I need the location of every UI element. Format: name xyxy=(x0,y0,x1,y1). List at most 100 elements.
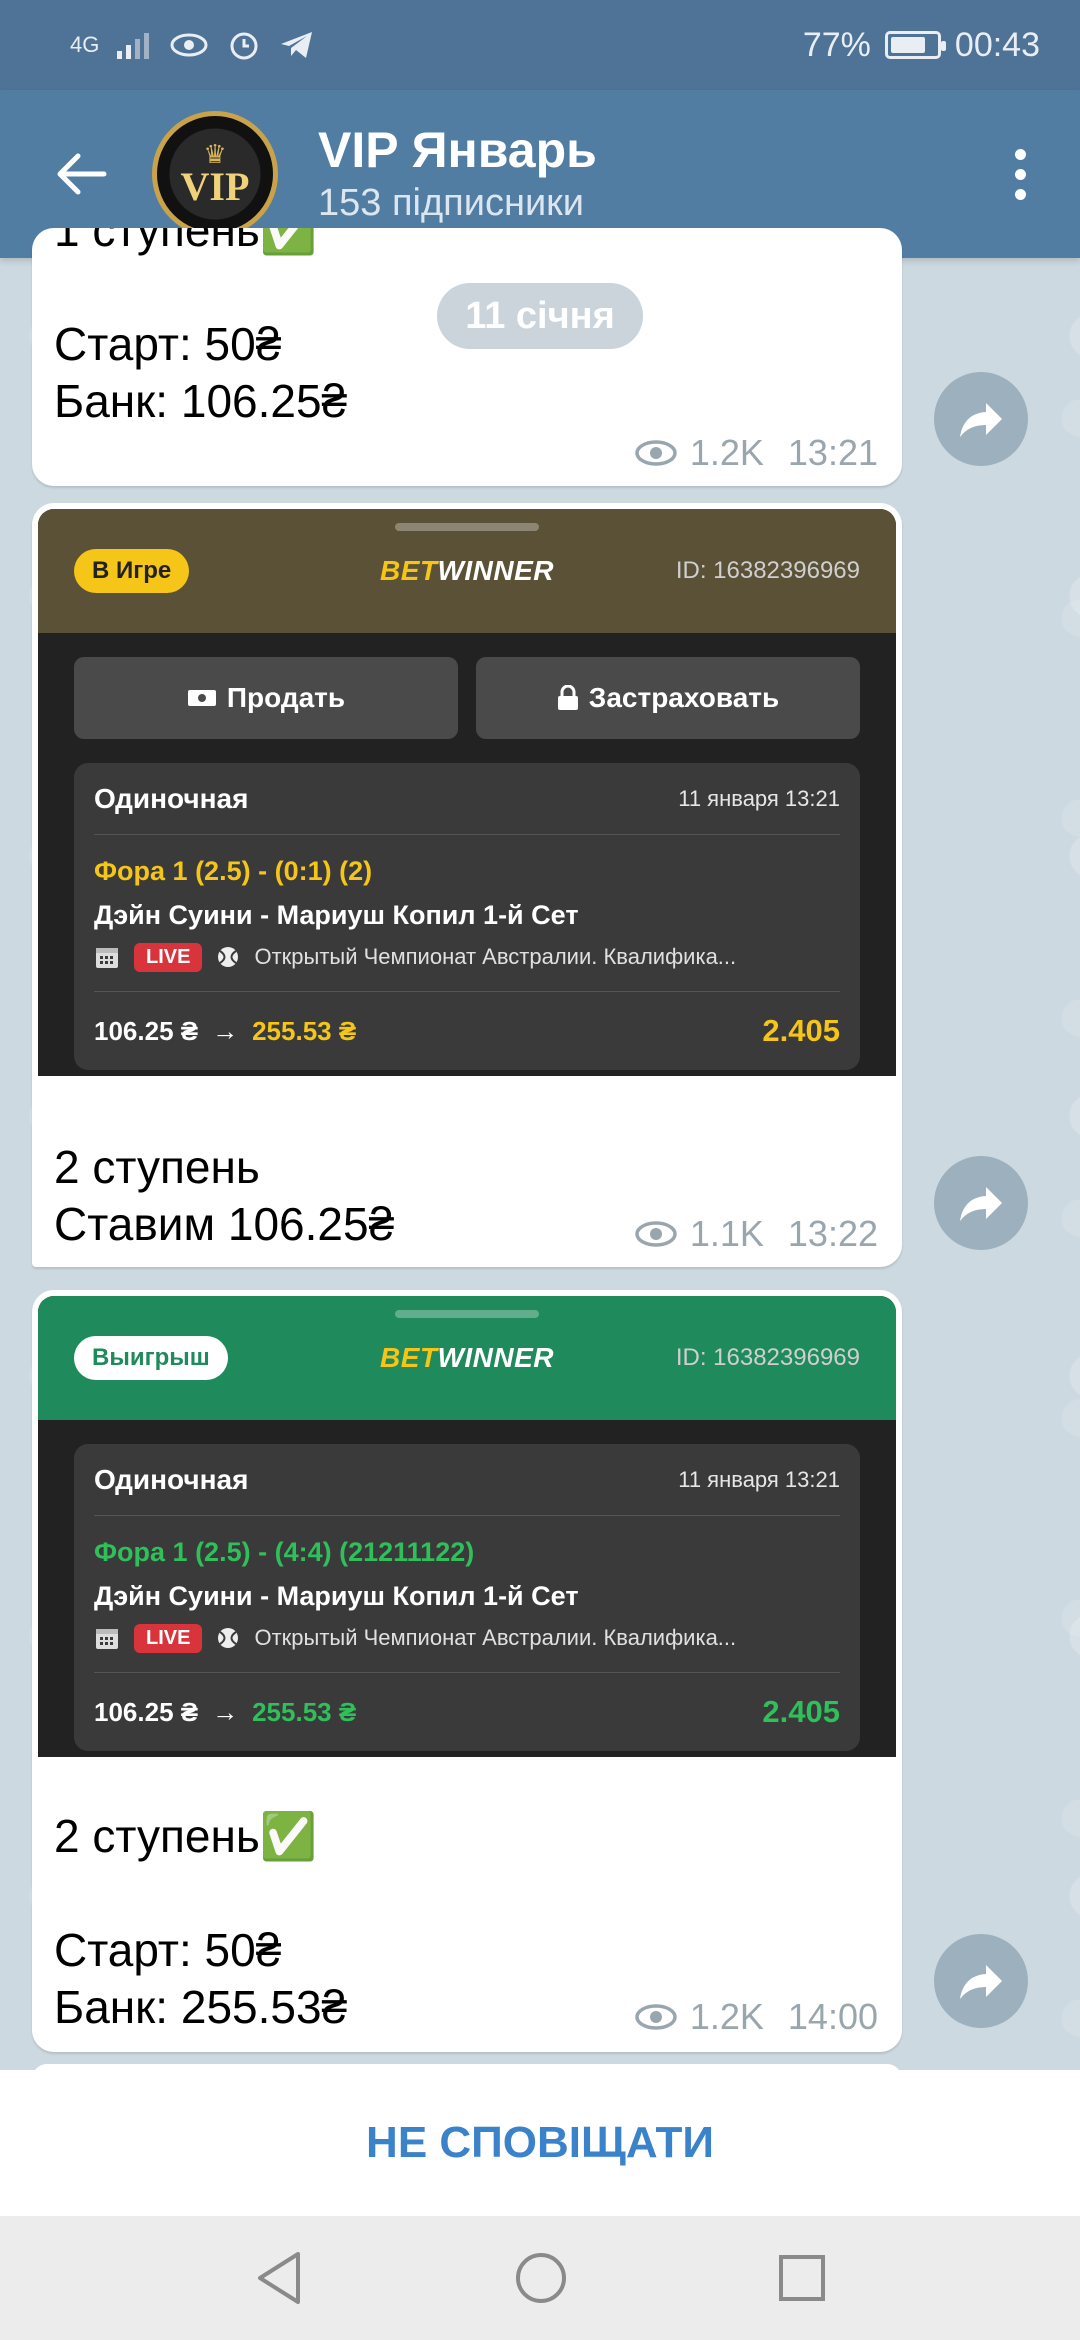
bet-id: ID: 16382396969 xyxy=(675,1344,860,1371)
more-menu-button[interactable] xyxy=(990,132,1050,216)
message-line: Банк: 106.25₴ xyxy=(54,375,348,427)
status-badge: В Игре xyxy=(74,549,190,593)
bet-id: ID: 16382396969 xyxy=(675,557,860,584)
live-badge: LIVE xyxy=(134,942,203,972)
share-button[interactable] xyxy=(934,372,1028,466)
share-button[interactable] xyxy=(934,1934,1028,2028)
telegram-icon xyxy=(281,32,313,58)
message-bubble[interactable]: 1 ступень✅ Старт: 50₴ Банк: 106.25₴ 1.2K… xyxy=(32,228,902,486)
view-count: 1.1K xyxy=(689,1213,764,1254)
forward-icon xyxy=(960,1187,1002,1221)
status-bar: 4G 77% 00:43 xyxy=(0,0,1080,90)
bet-match: Дэйн Суини - Мариуш Копил 1-й Сет xyxy=(94,1581,579,1611)
nav-home-icon[interactable] xyxy=(514,2251,568,2305)
insure-button[interactable]: Застраховать xyxy=(476,657,860,739)
bet-ticket: Одиночная 11 января 13:21 Фора 1 (2.5) -… xyxy=(74,763,860,1070)
arrow-right-icon: → xyxy=(212,1015,239,1046)
message-meta: 1.1K 13:22 xyxy=(634,1213,878,1255)
battery-icon xyxy=(884,31,946,59)
bet-market: Фора 1 (2.5) - (4:4) (21211122) xyxy=(94,1537,475,1567)
tournament-name: Открытый Чемпионат Австралии. Квалифика.… xyxy=(254,944,737,969)
calendar-icon xyxy=(96,1629,118,1649)
message-line: Старт: 50₴ xyxy=(54,1924,282,1976)
brand-logo: BETWINNER xyxy=(380,555,554,587)
battery-fill xyxy=(890,37,925,53)
mute-button[interactable]: НЕ СПОВІЩАТИ xyxy=(0,2070,1080,2216)
dot-icon xyxy=(1014,168,1026,180)
bet-market: Фора 1 (2.5) - (0:1) (2) xyxy=(94,856,373,886)
stake-amount: 106.25 ₴ xyxy=(94,1696,199,1727)
bet-ticket: Одиночная 11 января 13:21 Фора 1 (2.5) -… xyxy=(74,1444,860,1751)
lock-icon xyxy=(557,685,578,710)
message-line: 2 ступень xyxy=(54,1141,260,1193)
channel-title: VIP Январь xyxy=(318,122,597,178)
bet-odds: 2.405 xyxy=(762,1013,840,1048)
drag-handle xyxy=(395,1310,539,1318)
message-bubble[interactable]: В Игре BETWINNER ID: 16382396969 Продать… xyxy=(32,503,902,1267)
message-line: Банк: 255.53₴ xyxy=(54,1981,348,2033)
status-badge: Выигрыш xyxy=(74,1336,228,1380)
payout-amount: 255.53 ₴ xyxy=(252,1015,357,1046)
cash-icon xyxy=(187,690,216,706)
clock: 00:43 xyxy=(954,25,1040,64)
bet-card-header: Выигрыш BETWINNER ID: 16382396969 xyxy=(38,1296,896,1420)
calendar-icon xyxy=(96,948,118,968)
insure-label: Застраховать xyxy=(588,682,780,713)
nav-back-icon[interactable] xyxy=(254,2250,304,2306)
share-button[interactable] xyxy=(934,1156,1028,1250)
view-count: 1.2K xyxy=(689,1996,764,2037)
bet-date: 11 января 13:21 xyxy=(678,1466,840,1492)
message-time: 13:21 xyxy=(787,432,878,473)
bet-card-header: В Игре BETWINNER ID: 16382396969 xyxy=(38,509,896,633)
payout-amount: 255.53 ₴ xyxy=(252,1696,357,1727)
message-time: 13:22 xyxy=(787,1213,878,1254)
bet-card[interactable]: В Игре BETWINNER ID: 16382396969 Продать… xyxy=(38,509,896,1076)
subscriber-count: 153 підписники xyxy=(318,182,585,224)
live-badge: LIVE xyxy=(134,1623,203,1653)
bet-odds: 2.405 xyxy=(762,1694,840,1729)
stake-amount: 106.25 ₴ xyxy=(94,1015,199,1046)
forward-icon xyxy=(960,1965,1002,1999)
channel-info[interactable]: VIP Январь 153 підписники xyxy=(318,123,597,225)
nav-recents-icon[interactable] xyxy=(778,2254,826,2302)
message-line: 2 ступень✅ xyxy=(54,1810,318,1862)
battery-percent: 77% xyxy=(802,25,871,64)
channel-avatar[interactable]: ♛ VIP xyxy=(152,111,278,237)
brand-part: BET xyxy=(379,555,438,586)
system-nav-bar xyxy=(0,2216,1080,2340)
eye-icon xyxy=(170,33,208,57)
tennis-ball-icon xyxy=(218,947,239,967)
brand-logo: BETWINNER xyxy=(380,1342,554,1374)
tennis-ball-icon xyxy=(218,1628,239,1648)
sell-label: Продать xyxy=(226,682,346,713)
views-eye-icon xyxy=(635,2004,677,2030)
network-type: 4G xyxy=(70,32,100,57)
bet-type: Одиночная xyxy=(94,1463,249,1495)
message-line xyxy=(54,1865,347,1922)
bet-date: 11 января 13:21 xyxy=(678,785,840,811)
bet-type: Одиночная xyxy=(94,782,249,814)
back-button[interactable] xyxy=(40,132,124,216)
bet-card[interactable]: Выигрыш BETWINNER ID: 16382396969 Одиноч… xyxy=(38,1296,896,1757)
tournament-name: Открытый Чемпионат Австралии. Квалифика.… xyxy=(254,1625,737,1650)
bet-match: Дэйн Суини - Мариуш Копил 1-й Сет xyxy=(94,900,579,930)
signal-icon xyxy=(117,33,150,59)
message-time: 14:00 xyxy=(787,1996,878,2037)
message-line: Ставим 106.25₴ xyxy=(54,1198,395,1250)
forward-icon xyxy=(960,403,1002,437)
view-count: 1.2K xyxy=(689,432,764,473)
views-eye-icon xyxy=(635,440,677,466)
brand-part: BET xyxy=(379,1342,438,1373)
brand-part: WINNER xyxy=(437,1342,555,1373)
message-line: 1 ступень✅ xyxy=(54,228,318,256)
brand-part: WINNER xyxy=(437,555,555,586)
drag-handle xyxy=(395,523,539,531)
arrow-left-icon xyxy=(57,153,107,195)
avatar-text: VIP xyxy=(180,164,250,209)
dot-icon xyxy=(1014,148,1026,160)
message-bubble[interactable]: Выигрыш BETWINNER ID: 16382396969 Одиноч… xyxy=(32,1290,902,2052)
arrow-right-icon: → xyxy=(212,1696,239,1727)
alarm-icon xyxy=(230,32,258,60)
message-meta: 1.2K 14:00 xyxy=(634,1996,878,2038)
sell-button[interactable]: Продать xyxy=(74,657,458,739)
